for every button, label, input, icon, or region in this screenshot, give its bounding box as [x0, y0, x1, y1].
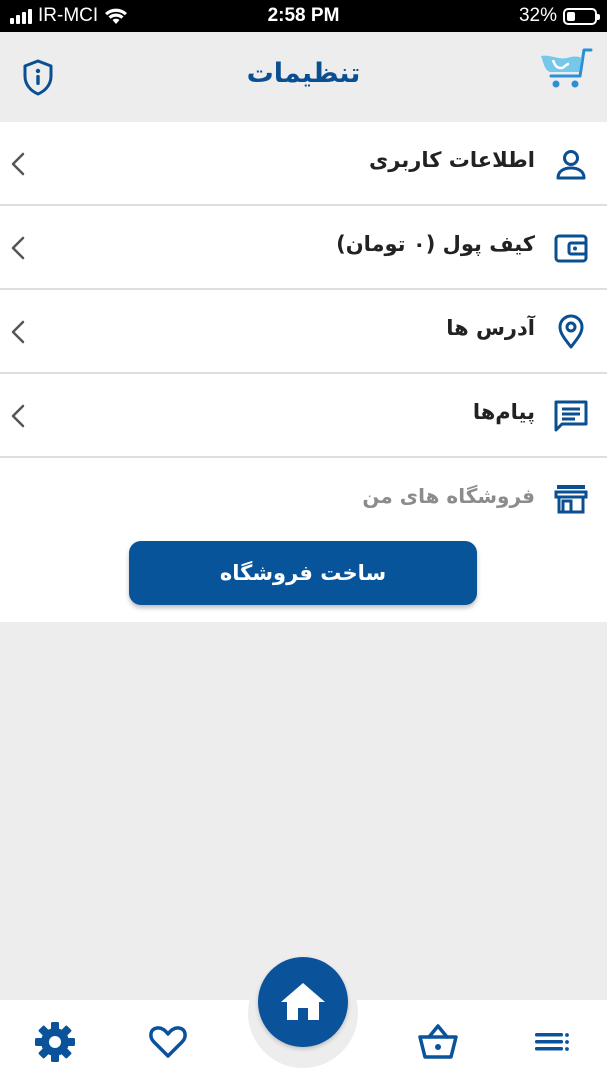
my-stores-section: فروشگاه های من [0, 458, 607, 536]
settings-row-label: کیف پول (۰ تومان) [336, 232, 535, 256]
battery-icon [563, 7, 600, 25]
message-icon [553, 398, 589, 434]
my-stores-label: فروشگاه های من [362, 484, 535, 508]
create-store-button[interactable]: ساخت فروشگاه [129, 541, 477, 605]
status-bar: IR-MCI 2:58 PM 32% [0, 0, 607, 32]
status-right: 32% [518, 5, 600, 27]
settings-row-label: آدرس ها [446, 316, 535, 340]
settings-screen: IR-MCI 2:58 PM 32% تنظیمات اطلاعات کاربر… [0, 0, 607, 1080]
cart-logo-icon [537, 46, 593, 94]
battery-level [567, 11, 576, 21]
wallet-icon [553, 230, 589, 266]
settings-row-addresses[interactable]: آدرس ها [0, 290, 607, 374]
chevron-left-icon [8, 318, 28, 346]
settings-row-label: اطلاعات کاربری [369, 148, 535, 172]
create-store-area: ساخت فروشگاه [0, 536, 607, 622]
bottom-nav [0, 957, 607, 1080]
settings-list: اطلاعات کاربری کیف پول (۰ تومان) آدرس ها… [0, 122, 607, 622]
battery-percent: 32% [518, 5, 557, 26]
heart-icon[interactable] [146, 1020, 190, 1064]
location-pin-icon [553, 314, 589, 350]
settings-row-user-info[interactable]: اطلاعات کاربری [0, 122, 607, 206]
settings-row-messages[interactable]: پیام‌ها [0, 374, 607, 458]
chevron-left-icon [8, 150, 28, 178]
home-button[interactable] [258, 957, 348, 1047]
user-icon [553, 146, 589, 182]
home-icon [281, 983, 325, 1020]
page-title: تنظیمات [246, 58, 361, 89]
app-header: تنظیمات [0, 32, 607, 122]
settings-row-label: پیام‌ها [472, 400, 535, 424]
gear-icon[interactable] [33, 1020, 77, 1064]
chevron-left-icon [8, 402, 28, 430]
menu-icon[interactable] [530, 1020, 574, 1064]
clock: 2:58 PM [267, 5, 340, 26]
settings-row-wallet[interactable]: کیف پول (۰ تومان) [0, 206, 607, 290]
store-icon [553, 480, 589, 516]
basket-icon[interactable] [416, 1020, 460, 1064]
chevron-left-icon [8, 234, 28, 262]
